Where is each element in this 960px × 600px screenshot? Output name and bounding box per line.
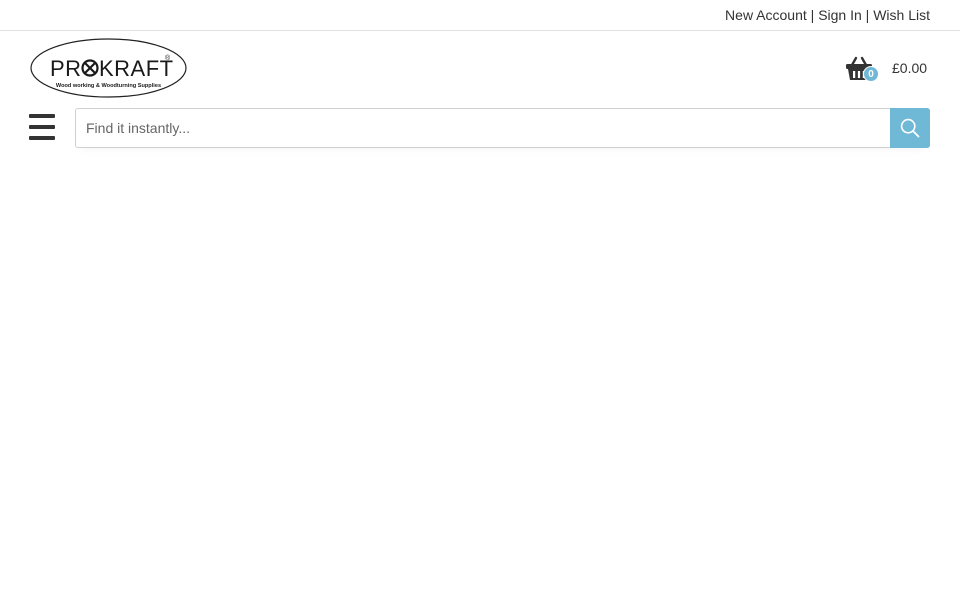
svg-text:PR: PR bbox=[50, 56, 82, 81]
cart-count-badge: 0 bbox=[863, 66, 879, 82]
svg-text:Wood working & Woodturning Sup: Wood working & Woodturning Supplies bbox=[56, 83, 161, 89]
hamburger-menu-icon bbox=[29, 114, 55, 118]
hamburger-menu-button[interactable] bbox=[29, 114, 55, 140]
cart-total[interactable]: £0.00 bbox=[892, 59, 927, 77]
link-separator: | bbox=[810, 7, 815, 23]
hamburger-menu-icon bbox=[29, 136, 55, 140]
prokraft-logo: PR KRAFT ® Wood working & Woodturning Su… bbox=[30, 38, 187, 98]
cart-button[interactable]: 0 bbox=[844, 54, 880, 86]
search-button[interactable] bbox=[890, 108, 930, 148]
link-separator: | bbox=[865, 7, 870, 23]
sign-in-link[interactable]: Sign In bbox=[818, 7, 862, 23]
hamburger-menu-icon bbox=[29, 125, 55, 129]
search-icon bbox=[900, 118, 920, 138]
svg-text:®: ® bbox=[165, 54, 171, 62]
new-account-link[interactable]: New Account bbox=[725, 7, 807, 23]
wish-list-link[interactable]: Wish List bbox=[873, 7, 930, 23]
top-utility-bar: New Account | Sign In | Wish List bbox=[0, 0, 960, 31]
search-bar bbox=[75, 108, 930, 148]
svg-text:KRAFT: KRAFT bbox=[99, 56, 174, 81]
site-logo[interactable]: PR KRAFT ® Wood working & Woodturning Su… bbox=[30, 38, 187, 98]
account-links: New Account | Sign In | Wish List bbox=[725, 6, 930, 24]
search-input[interactable] bbox=[76, 109, 890, 147]
